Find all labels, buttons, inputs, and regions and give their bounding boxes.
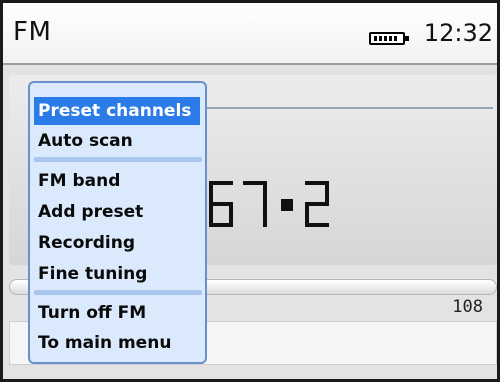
options-menu: Preset channels Auto scan FM band Add pr… xyxy=(28,81,207,364)
menu-item-fm-band[interactable]: FM band xyxy=(34,167,200,195)
frequency-display xyxy=(201,181,371,241)
menu-item-fine-tuning[interactable]: Fine tuning xyxy=(34,260,200,288)
menu-item-add-preset[interactable]: Add preset xyxy=(34,198,200,226)
screen-title: FM xyxy=(13,17,52,47)
digit-segment xyxy=(209,223,233,227)
status-bar: FM 12:32 xyxy=(3,3,497,65)
menu-item-preset-channels[interactable]: Preset channels xyxy=(34,97,200,125)
battery-full-icon xyxy=(369,32,409,45)
menu-item-turn-off-fm[interactable]: Turn off FM xyxy=(34,299,200,327)
tuner-scale-line xyxy=(203,107,493,109)
fm-radio-screen: FM 12:32 108 Preset channels Auto scan F… xyxy=(0,0,500,382)
menu-item-to-main-menu[interactable]: To main menu xyxy=(34,329,200,357)
clock: 12:32 xyxy=(423,19,493,47)
menu-separator xyxy=(34,290,202,295)
menu-item-auto-scan[interactable]: Auto scan xyxy=(34,127,200,155)
digit-segment xyxy=(305,223,329,227)
digit-segment xyxy=(263,181,267,227)
max-frequency-label: 108 xyxy=(452,297,483,317)
menu-item-recording[interactable]: Recording xyxy=(34,229,200,257)
menu-separator xyxy=(34,157,202,162)
decimal-dot xyxy=(284,202,290,208)
